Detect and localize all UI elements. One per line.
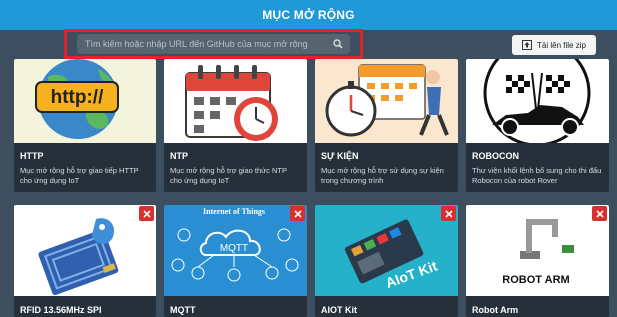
http-image-text: http:// bbox=[51, 87, 104, 108]
card-description: Mục mở rộng hỗ trợ giao tiếp HTTP cho ứn… bbox=[20, 166, 139, 185]
aiot-kit-icon: AIoT Kit bbox=[344, 219, 440, 291]
search-highlight bbox=[64, 29, 363, 59]
globe-http-icon: http:// bbox=[35, 59, 119, 139]
delete-button[interactable] bbox=[441, 206, 456, 221]
robot-arm-icon: ROBOT ARM bbox=[502, 219, 574, 286]
delete-button[interactable] bbox=[290, 206, 305, 221]
mqtt-cloud-icon: Internet of Things MQTT bbox=[171, 207, 299, 282]
mqtt-heading: Internet of Things bbox=[203, 207, 265, 216]
search-icon[interactable] bbox=[332, 38, 344, 50]
card-description: Mục mở rộng hỗ trợ sử dụng sự kiện trong… bbox=[321, 166, 444, 185]
card-description: Thư viện khối lệnh bổ sung cho thi đấu R… bbox=[472, 166, 602, 185]
calendar-clock-icon bbox=[185, 65, 278, 141]
rfid-module-icon bbox=[38, 218, 119, 296]
card-image bbox=[315, 59, 458, 143]
upload-zip-button[interactable]: Tải lên file zip bbox=[512, 35, 596, 55]
extension-card-events[interactable]: SỰ KIỆN Mục mở rộng hỗ trợ sử dụng sự ki… bbox=[315, 59, 458, 192]
card-image bbox=[164, 59, 307, 143]
card-description: Mục mở rộng hỗ trợ giao thức NTP cho ứng… bbox=[170, 166, 287, 185]
card-image: AIoT Kit bbox=[315, 205, 458, 296]
extension-card-aiot-kit[interactable]: AIoT Kit AIOT Kit bbox=[315, 205, 458, 317]
card-title: ROBOCON bbox=[472, 151, 519, 161]
card-title: SỰ KIỆN bbox=[321, 151, 359, 161]
top-header: MỤC MỞ RỘNG bbox=[0, 0, 617, 30]
close-icon bbox=[293, 209, 302, 218]
card-title: AIOT Kit bbox=[321, 305, 357, 315]
extension-card-robot-arm[interactable]: ROBOT ARM Robot Arm bbox=[466, 205, 609, 317]
close-icon bbox=[444, 209, 453, 218]
upload-icon bbox=[522, 40, 533, 50]
card-image bbox=[14, 205, 156, 296]
extension-card-rfid[interactable]: RFID 13.56MHz SPI bbox=[14, 205, 156, 317]
upload-zip-label: Tải lên file zip bbox=[537, 40, 586, 50]
extension-card-ntp[interactable]: NTP Mục mở rộng hỗ trợ giao thức NTP cho… bbox=[164, 59, 307, 192]
delete-button[interactable] bbox=[592, 206, 607, 221]
card-image bbox=[466, 59, 609, 143]
mqtt-label: MQTT bbox=[220, 243, 248, 254]
card-title: NTP bbox=[170, 151, 188, 161]
race-car-flags-icon bbox=[483, 59, 591, 143]
card-title: RFID 13.56MHz SPI bbox=[20, 305, 102, 315]
card-image: Internet of Things MQTT bbox=[164, 205, 307, 296]
card-image: ROBOT ARM bbox=[466, 205, 609, 296]
extension-card-robocon[interactable]: ROBOCON Thư viện khối lệnh bổ sung cho t… bbox=[466, 59, 609, 192]
card-title: MQTT bbox=[170, 305, 196, 315]
robot-arm-label: ROBOT ARM bbox=[502, 274, 569, 286]
close-icon bbox=[595, 209, 604, 218]
delete-button[interactable] bbox=[139, 206, 154, 221]
card-title: Robot Arm bbox=[472, 305, 519, 315]
card-image: http:// bbox=[14, 59, 156, 143]
extension-card-http[interactable]: http:// HTTP Mục mở rộng hỗ trợ giao tiế… bbox=[14, 59, 156, 192]
extension-card-mqtt[interactable]: Internet of Things MQTT MQTT bbox=[164, 205, 307, 317]
search-input[interactable] bbox=[85, 39, 332, 49]
close-icon bbox=[142, 209, 151, 218]
stopwatch-calendar-icon bbox=[325, 64, 449, 137]
card-title: HTTP bbox=[20, 151, 44, 161]
page-title: MỤC MỞ RỘNG bbox=[262, 8, 355, 22]
search-box[interactable] bbox=[77, 34, 350, 54]
